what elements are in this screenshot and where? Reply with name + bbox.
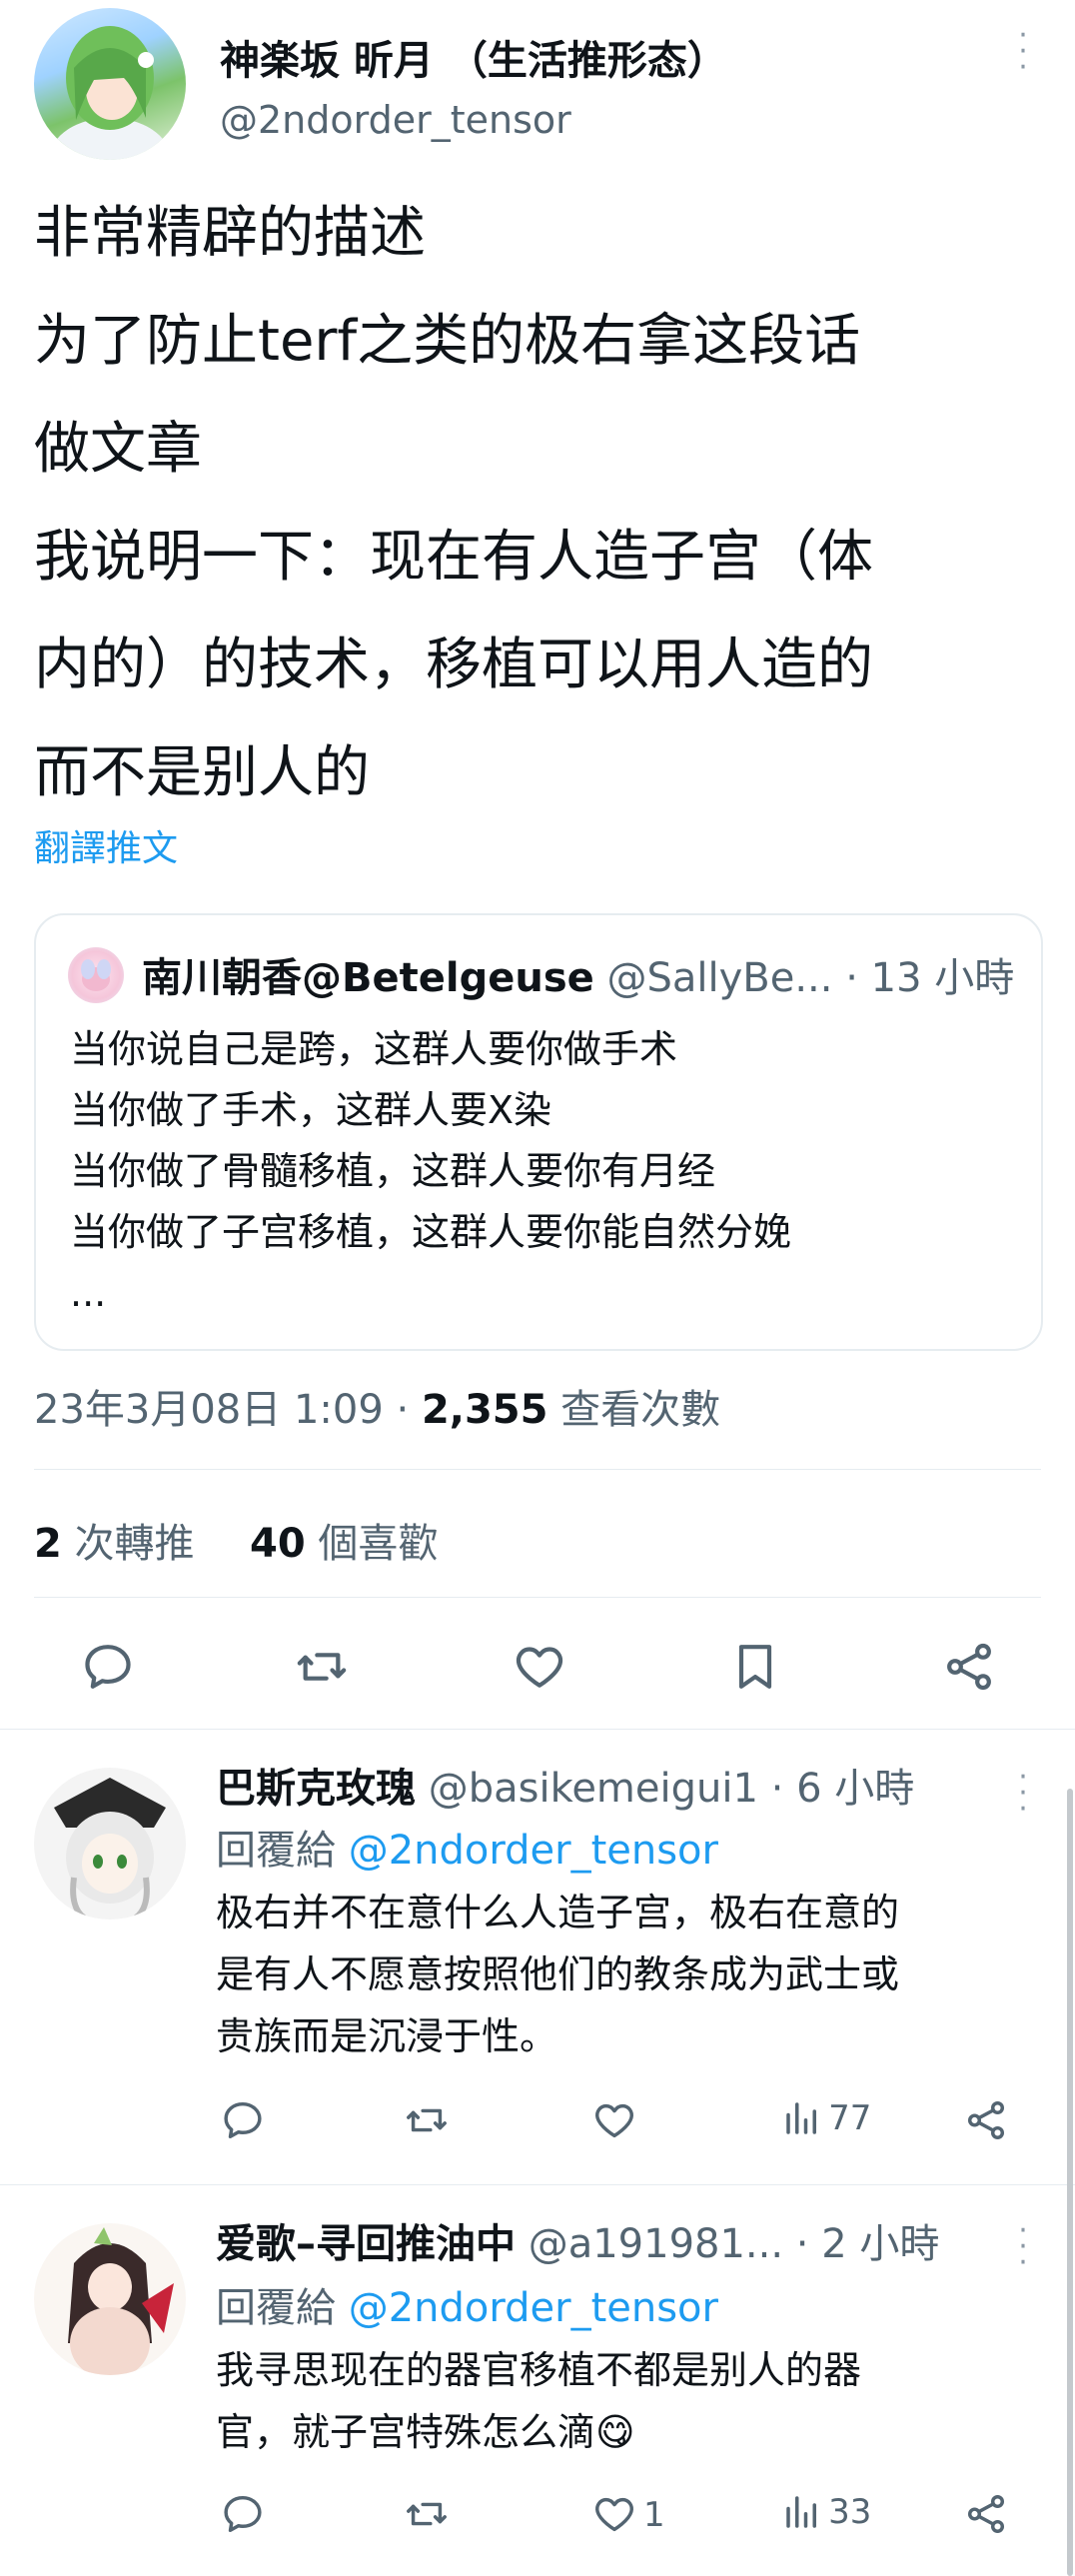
likes-count: 40 — [250, 1521, 306, 1567]
like-count: 1 — [643, 2495, 665, 2535]
reply-to-label: 回覆給 — [216, 1828, 336, 1874]
author-avatar[interactable] — [34, 8, 186, 160]
likes-stat[interactable]: 40 個喜歡 — [250, 1521, 438, 1567]
reply-to-label: 回覆給 — [216, 2285, 336, 2331]
views-stat[interactable]: 33 — [781, 2491, 871, 2533]
reply-line: 是有人不愿意按照他们的教条成为武士或 — [216, 1952, 900, 1996]
reply-line: 官，就子宫特殊怎么滴😋 — [216, 2410, 635, 2454]
views-count: 33 — [828, 2492, 872, 2532]
retweet-icon[interactable] — [294, 1639, 350, 1695]
quote-line: 当你做了子宫移植，这群人要你能自然分娩 — [70, 1210, 792, 1254]
share-icon[interactable] — [963, 2491, 1009, 2537]
reply-time[interactable]: · 6 小時 — [771, 1766, 915, 1812]
bookmark-icon[interactable] — [727, 1639, 783, 1695]
quote-line: 当你说自己是跨，这群人要你做手术 — [70, 1027, 678, 1071]
reply-display-name[interactable]: 爱歌–寻回推油中 — [216, 2221, 516, 2267]
reply-to-handle[interactable]: @2ndorder_tensor — [349, 2285, 718, 2331]
quote-avatar — [68, 947, 124, 1003]
views-count: 77 — [828, 2098, 872, 2138]
views-label: 查看次數 — [547, 1387, 721, 1433]
more-options-icon[interactable]: · · · — [1011, 2216, 1035, 2278]
translate-tweet-link[interactable]: 翻譯推文 — [34, 819, 178, 871]
like-icon[interactable] — [512, 1639, 567, 1695]
like-icon[interactable] — [591, 2097, 637, 2143]
author-handle[interactable]: @2ndorder_tensor — [220, 98, 571, 142]
quote-handle: @SallyBe... — [606, 955, 833, 1001]
reply-handle[interactable]: @a191981... — [529, 2221, 783, 2267]
retweet-icon[interactable] — [404, 2097, 450, 2143]
tweet-line: 做文章 — [34, 417, 202, 482]
more-options-icon[interactable]: · · · — [1011, 21, 1035, 83]
retweets-label: 次轉推 — [61, 1521, 195, 1567]
tweet-text: 非常精辟的描述 为了防止terf之类的极右拿这段话 做文章 我说明一下：现在有人… — [34, 180, 873, 827]
reply-tweet[interactable]: 爱歌–寻回推油中 @a191981... · 2 小時 · · · 回覆給 @2nd… — [0, 2185, 1075, 2576]
reply-avatar[interactable] — [34, 2223, 186, 2375]
views-stat[interactable]: 77 — [781, 2097, 871, 2139]
tweet-line: 内的）的技术，移植可以用人造的 — [34, 633, 873, 697]
views-count: 2,355 — [421, 1387, 548, 1433]
divider — [34, 1469, 1041, 1470]
quote-display-name: 南川朝香@Betelgeuse — [142, 955, 594, 1001]
reply-handle[interactable]: @basikemeigui1 — [429, 1766, 758, 1812]
quote-line: 当你做了手术，这群人要X染 — [70, 1088, 552, 1132]
scrollbar[interactable] — [1067, 1789, 1073, 2576]
quote-time: · 13 小時 — [845, 955, 1015, 1001]
quote-line: ... — [70, 1271, 107, 1315]
tweet-line: 非常精辟的描述 — [34, 201, 426, 266]
reply-tweet[interactable]: 巴斯克玫瑰 @basikemeigui1 · 6 小時 · · · 回覆給 @2nd… — [0, 1730, 1075, 2183]
reply-to-handle[interactable]: @2ndorder_tensor — [349, 1828, 718, 1874]
share-icon[interactable] — [963, 2097, 1009, 2143]
quote-line: 当你做了骨髓移植，这群人要你有月经 — [70, 1149, 716, 1193]
tweet-line: 我说明一下：现在有人造子宫（体 — [34, 525, 873, 590]
share-icon[interactable] — [941, 1639, 997, 1695]
tweet-line: 而不是别人的 — [34, 740, 370, 805]
author-display-name[interactable]: 神楽坂 昕月 （生活推形态） — [220, 28, 727, 86]
reply-line: 我寻思现在的器官移植不都是别人的器 — [216, 2348, 862, 2392]
analytics-icon — [781, 2491, 823, 2533]
likes-label: 個喜歡 — [305, 1521, 439, 1567]
more-options-icon[interactable]: · · · — [1011, 1763, 1035, 1825]
quoted-tweet[interactable]: 南川朝香@Betelgeuse @SallyBe... · 13 小時 当你说自… — [34, 913, 1043, 1351]
tweet-line: 为了防止terf之类的极右拿这段话 — [34, 309, 861, 374]
retweet-icon[interactable] — [404, 2491, 450, 2537]
reply-icon[interactable] — [220, 2491, 266, 2537]
reply-icon[interactable] — [80, 1639, 136, 1695]
divider — [34, 1597, 1041, 1598]
analytics-icon — [781, 2097, 823, 2139]
reply-line: 极右并不在意什么人造子宫，极右在意的 — [216, 1891, 900, 1934]
quote-text: 当你说自己是跨，这群人要你做手术 当你做了手术，这群人要X染 当你做了骨髓移植，… — [70, 1019, 791, 1324]
reply-text: 极右并不在意什么人造子宫，极右在意的 是有人不愿意按照他们的教条成为武士或 贵族… — [216, 1882, 899, 2067]
reply-display-name[interactable]: 巴斯克玫瑰 — [216, 1766, 416, 1812]
tweet-timestamp[interactable]: 23年3月08日 1:09 · — [34, 1387, 422, 1433]
reply-time[interactable]: · 2 小時 — [796, 2221, 940, 2267]
retweets-count: 2 — [34, 1521, 62, 1567]
retweets-stat[interactable]: 2 次轉推 — [34, 1521, 195, 1567]
reply-line: 贵族而是沉浸于性。 — [216, 2014, 558, 2058]
reply-text: 我寻思现在的器官移植不都是别人的器 官，就子宫特殊怎么滴😋 — [216, 2339, 861, 2463]
reply-icon[interactable] — [220, 2097, 266, 2143]
reply-avatar[interactable] — [34, 1768, 186, 1920]
like-icon[interactable] — [591, 2491, 637, 2537]
